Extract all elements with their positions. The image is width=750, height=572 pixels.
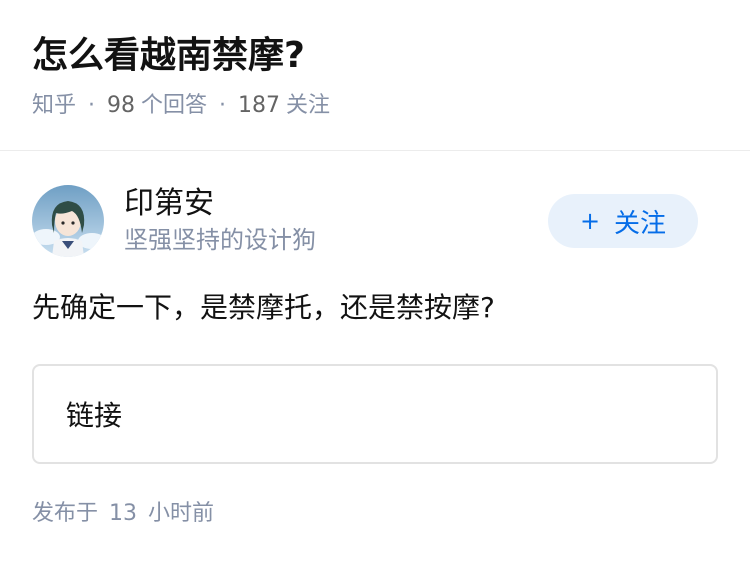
author-bio: 坚强坚持的设计狗 [124, 226, 316, 254]
follow-button[interactable]: + 关注 [548, 194, 698, 248]
link-card-label: 链接 [66, 399, 123, 432]
link-card[interactable]: 链接 [32, 364, 718, 464]
publish-suffix: 小时前 [148, 501, 215, 526]
section-divider [0, 150, 750, 151]
answers-count: 98 [107, 93, 136, 118]
avatar[interactable] [32, 185, 104, 257]
meta-separator-dot: · [219, 93, 227, 118]
follow-button-label: 关注 [614, 208, 667, 239]
publish-num: 13 [109, 501, 138, 526]
answer-content: 先确定一下，是禁摩托，还是禁按摩? [32, 291, 495, 324]
followers-count: 187 [238, 93, 281, 118]
author-info: 印第安 坚强坚持的设计狗 [124, 185, 316, 257]
question-meta: 知乎 · 98 个回答 · 187 关注 [32, 90, 718, 122]
publish-prefix: 发布于 [32, 501, 99, 526]
plus-icon: + [579, 207, 601, 235]
question-header: 怎么看越南禁摩? 知乎 · 98 个回答 · 187 关注 [0, 0, 750, 121]
avatar-illustration-icon [32, 185, 104, 257]
source-label[interactable]: 知乎 [32, 90, 76, 122]
publish-time: 发布于 13 小时前 [32, 498, 718, 530]
author-row: 印第安 坚强坚持的设计狗 + 关注 [32, 184, 718, 258]
answer-card: 印第安 坚强坚持的设计狗 + 关注 先确定一下，是禁摩托，还是禁按摩? 链接 发… [0, 184, 750, 530]
meta-separator-dot: · [88, 93, 96, 118]
answers-label[interactable]: 个回答 [141, 90, 207, 122]
followers-label[interactable]: 关注 [286, 90, 330, 122]
author-name[interactable]: 印第安 [124, 185, 316, 223]
question-title[interactable]: 怎么看越南禁摩? [32, 30, 718, 82]
